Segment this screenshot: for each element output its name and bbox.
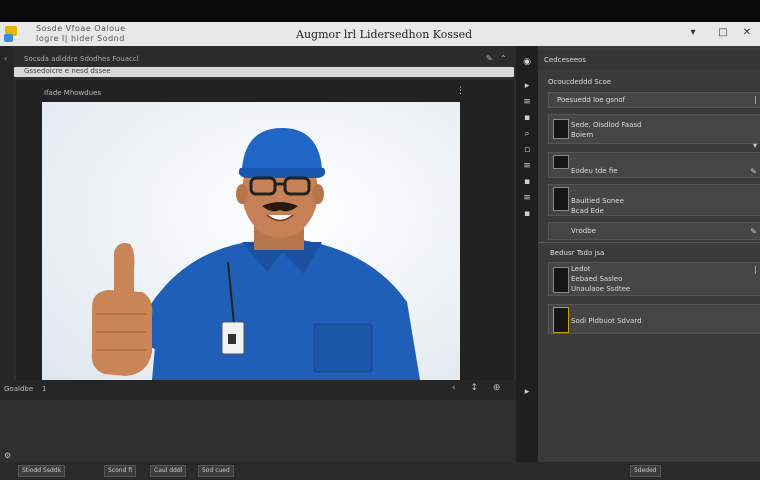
tool-strip: ◉ ▸ ≡ ▪ ⌕ ▫ ≡ ▪ ≡ ▪ ▸	[516, 46, 538, 462]
status-right-segment[interactable]: Sdeded	[630, 465, 661, 477]
image-canvas[interactable]	[42, 102, 460, 380]
panel-item-sub: Boiem	[571, 131, 594, 139]
panel-item-label: Sodi Pldbuot Sdvard	[571, 317, 642, 325]
item-thumbnail	[553, 187, 569, 211]
document-label: Ifade Mhowdues	[44, 89, 102, 97]
tool-icon[interactable]: ▸	[521, 80, 533, 92]
editor-footer: Goaldbe 1 ‹ ↕ ⊕	[0, 380, 516, 400]
maximize-button[interactable]: □	[716, 26, 730, 40]
close-button[interactable]: ✕	[740, 26, 754, 40]
panel-item-label: Ledot	[571, 265, 591, 273]
panel-item-marker: |	[754, 95, 757, 104]
panel-item-sub: Bcad Ede	[571, 207, 604, 215]
title-bar: Sosde Vfoae Oaloue Iogre I| hider Sodnd …	[0, 22, 760, 46]
top-black-bar	[0, 0, 760, 22]
panel-list-item[interactable]: Sede. Oisdlod Faasd Boiem ▾	[548, 114, 760, 150]
panel-item-marker: ▾	[752, 141, 757, 150]
status-segment[interactable]: Caul dddl	[150, 465, 187, 477]
edit-icon[interactable]: ✎	[750, 227, 757, 236]
edit-icon[interactable]: ✎	[750, 167, 757, 176]
panel-header-label: Cedceseeos	[544, 56, 586, 64]
editor-bottom-area: ⚙	[0, 400, 516, 462]
menu-bar-line-1[interactable]: Sosde Vfoae Oaloue	[36, 24, 126, 33]
tool-icon[interactable]: ◉	[521, 56, 533, 68]
panel-list-item[interactable]: Ledot Eebaed Sasleo Unaulaoe Ssdtee |	[548, 262, 760, 296]
panel-list-item[interactable]: Bauitied Sonee Bcad Ede	[548, 184, 760, 216]
path-text: Socsda adiddre Sdodhes Fouaccl	[24, 55, 139, 63]
window-title: Augmor lrl Lidersedhon Kossed	[296, 28, 473, 41]
address-field[interactable]: Gssedoicre e nesd dssee	[14, 67, 514, 77]
tool-icon[interactable]: ▪	[521, 176, 533, 188]
tool-icon[interactable]: ≡	[521, 160, 533, 172]
status-segment[interactable]: Stiodd Ssddk	[18, 465, 66, 477]
panel-header: Cedceseeos	[538, 50, 760, 70]
back-icon[interactable]: ‹	[4, 54, 7, 63]
address-text: Gssedoicre e nesd dssee	[24, 67, 111, 75]
panel-item-label: Eodeu tde fie	[571, 167, 618, 175]
status-bar: Stiodd Ssddk Scond fl Caul dddl Sod cued…	[0, 462, 760, 480]
status-segment[interactable]: Scond fl	[104, 465, 137, 477]
panel-item-sub: Unaulaoe Ssdtee	[571, 285, 631, 293]
settings-icon[interactable]: ⚙	[4, 451, 11, 460]
panel-subheader: Ocoucdeddd Scoe	[548, 78, 612, 86]
panel-item-sub: Eebaed Sasleo	[571, 275, 623, 283]
tool-icon[interactable]: ▫	[521, 144, 533, 156]
panel-list-item[interactable]: Vrodbe ✎	[548, 222, 760, 240]
panel-section-label: Bedusr Tsdo jsa	[550, 249, 605, 257]
item-thumbnail	[553, 307, 569, 333]
footer-tool-icons[interactable]: ‹ ↕ ⊕	[452, 383, 506, 393]
tool-icon[interactable]: ▪	[521, 208, 533, 220]
panel-item-label: Poesuedd loe gsnof	[557, 96, 626, 104]
item-thumbnail	[553, 119, 569, 139]
collapse-icon[interactable]: ⌃	[500, 54, 507, 63]
status-segment[interactable]: Sod cued	[198, 465, 234, 477]
footer-number: 1	[42, 385, 47, 393]
panel-list-item[interactable]: Eodeu tde fie ✎	[548, 152, 760, 178]
tool-icon[interactable]: ⌕	[521, 128, 533, 140]
panel-divider	[538, 242, 760, 243]
technician-photo	[91, 128, 420, 380]
panel-item-marker: |	[754, 265, 757, 274]
more-options-icon[interactable]: ⋮	[456, 86, 465, 96]
panel-list-item[interactable]: Sodi Pldbuot Sdvard	[548, 304, 760, 334]
tool-icon[interactable]: ▪	[521, 112, 533, 124]
menu-bar-line-2[interactable]: Iogre I| hider Sodnd	[36, 34, 125, 43]
edit-icon[interactable]: ✎	[486, 54, 493, 63]
panel-item-label: Sede. Oisdlod Faasd	[571, 121, 642, 129]
app-secondary-icon	[4, 34, 13, 42]
tool-icon[interactable]: ≡	[521, 192, 533, 204]
panel-list-item[interactable]: Poesuedd loe gsnof |	[548, 92, 760, 108]
path-bar: ‹ Socsda adiddre Sdodhes Fouaccl ✎ ⌃	[4, 54, 514, 66]
tool-icon[interactable]: ≡	[521, 96, 533, 108]
tool-icon[interactable]: ▸	[521, 386, 533, 398]
item-thumbnail	[553, 267, 569, 293]
item-thumbnail	[553, 155, 569, 169]
panel-item-label: Bauitied Sonee	[571, 197, 624, 205]
footer-label: Goaldbe	[4, 385, 34, 393]
panel-item-label: Vrodbe	[571, 227, 596, 235]
minimize-button[interactable]: ▾	[686, 26, 700, 40]
